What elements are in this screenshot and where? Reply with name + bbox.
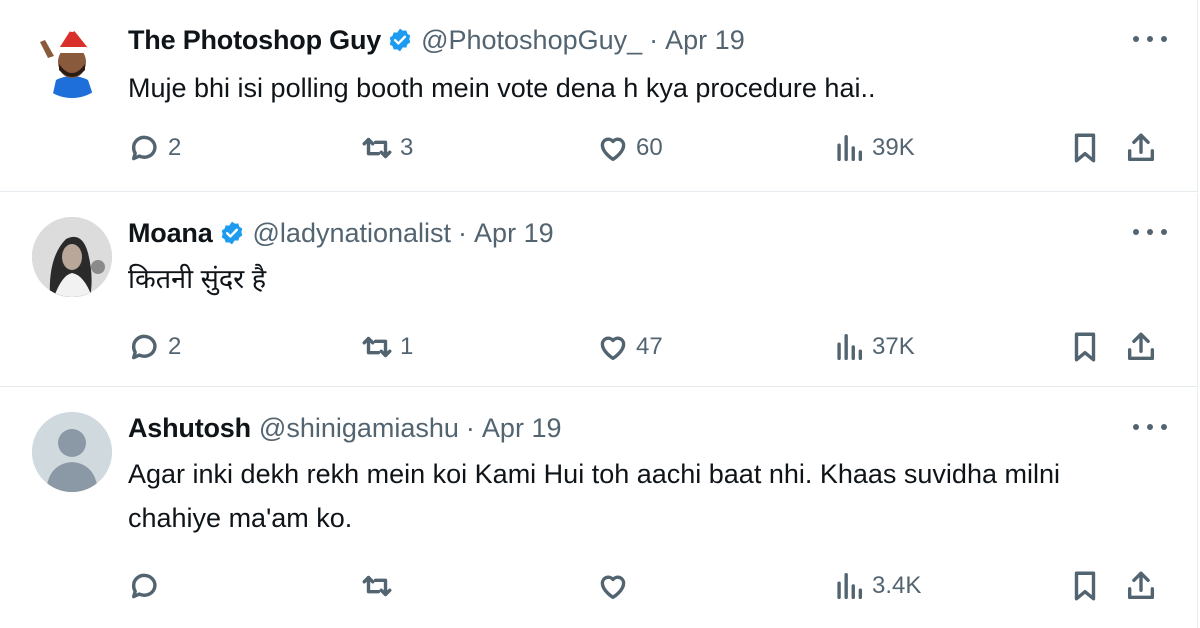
separator: · — [649, 24, 659, 55]
like-icon — [600, 336, 626, 361]
views-button[interactable]: 37K — [832, 327, 915, 367]
reply-button[interactable] — [128, 566, 162, 606]
reply-icon — [131, 573, 157, 599]
tweet[interactable]: The Photoshop Guy @PhotoshopGuy_ · Apr 1… — [0, 0, 1198, 192]
views-icon — [837, 134, 863, 162]
like-button[interactable] — [596, 566, 630, 606]
retweet-count: 1 — [400, 333, 414, 360]
reply-button[interactable]: 2 — [128, 128, 181, 168]
reply-icon — [131, 334, 157, 360]
author-name[interactable]: The Photoshop Guy — [128, 25, 381, 56]
retweet-icon — [362, 575, 392, 597]
views-icon — [837, 333, 863, 361]
view-count: 37K — [872, 333, 915, 360]
share-icon — [1127, 571, 1155, 600]
share-button[interactable] — [1124, 327, 1158, 367]
avatar[interactable] — [32, 412, 112, 492]
bookmark-button[interactable] — [1068, 327, 1102, 367]
tweet-date[interactable]: Apr 19 — [482, 413, 562, 444]
bookmark-icon — [1074, 571, 1096, 601]
more-icon[interactable] — [1133, 219, 1167, 245]
more-icon[interactable] — [1133, 414, 1167, 440]
separator: · — [458, 217, 468, 248]
reply-count: 2 — [168, 134, 182, 161]
author-name[interactable]: Moana — [128, 218, 213, 249]
share-button[interactable] — [1124, 128, 1158, 168]
bookmark-icon — [1074, 133, 1096, 163]
tweet-text: कितनी सुंदर है — [128, 264, 267, 294]
like-button[interactable]: 60 — [596, 128, 663, 168]
tweet-text: Muje bhi isi polling booth mein vote den… — [128, 73, 876, 103]
share-icon — [1127, 133, 1155, 162]
like-button[interactable]: 47 — [596, 327, 663, 367]
like-count: 60 — [636, 134, 663, 161]
avatar[interactable] — [32, 18, 112, 98]
action-bar: 2 1 47 37K — [128, 327, 1169, 367]
views-button[interactable]: 39K — [832, 128, 915, 168]
like-count: 47 — [636, 333, 663, 360]
avatar[interactable] — [32, 217, 112, 297]
retweet-button[interactable] — [360, 566, 394, 606]
view-count: 3.4K — [872, 572, 922, 599]
tweet-date[interactable]: Apr 19 — [665, 25, 745, 56]
tweet-date[interactable]: Apr 19 — [474, 218, 554, 249]
share-icon — [1127, 332, 1155, 361]
separator: · — [465, 412, 475, 443]
view-count: 39K — [872, 134, 915, 161]
author-handle[interactable]: @shinigamiashu — [259, 413, 459, 444]
retweet-button[interactable]: 3 — [360, 128, 413, 168]
tweet-text: Agar inki dekh rekh mein koi Kami Hui to… — [128, 459, 1060, 533]
like-icon — [600, 575, 626, 600]
reply-count: 2 — [168, 333, 182, 360]
views-icon — [837, 572, 863, 600]
verified-icon — [389, 28, 411, 52]
action-bar: 2 3 60 39K — [128, 128, 1169, 168]
author-handle[interactable]: @PhotoshopGuy_ — [421, 25, 642, 56]
share-button[interactable] — [1124, 566, 1158, 606]
default-avatar-icon — [32, 412, 112, 492]
like-icon — [600, 137, 626, 162]
bookmark-icon — [1074, 332, 1096, 362]
tweet[interactable]: Moana @ladynationalist · Apr 19 कितनी सु… — [0, 193, 1198, 387]
more-icon[interactable] — [1133, 26, 1167, 52]
avatar-photo — [32, 18, 112, 98]
retweet-count: 3 — [400, 134, 414, 161]
tweet[interactable]: Ashutosh @shinigamiashu · Apr 19 Agar in… — [0, 388, 1198, 628]
views-button[interactable]: 3.4K — [832, 566, 921, 606]
reply-button[interactable]: 2 — [128, 327, 181, 367]
author-name[interactable]: Ashutosh — [128, 413, 251, 444]
action-bar: 3.4K — [128, 566, 1169, 606]
retweet-icon — [362, 137, 392, 159]
bookmark-button[interactable] — [1068, 128, 1102, 168]
reply-icon — [131, 135, 157, 161]
bookmark-button[interactable] — [1068, 566, 1102, 606]
verified-icon — [221, 221, 242, 245]
retweet-icon — [362, 336, 392, 358]
author-handle[interactable]: @ladynationalist — [253, 218, 452, 249]
avatar-photo — [32, 217, 112, 297]
retweet-button[interactable]: 1 — [360, 327, 413, 367]
